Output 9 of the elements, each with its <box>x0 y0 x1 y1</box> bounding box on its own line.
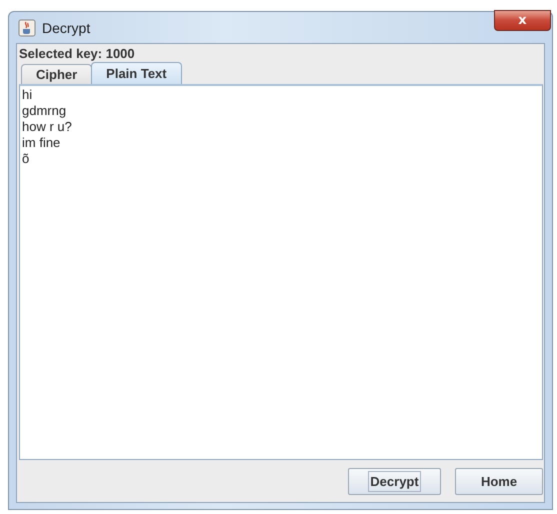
action-button[interactable]: Home <box>455 468 543 494</box>
text-area[interactable]: hi gdmrng how r u? im fine õ <box>19 84 543 460</box>
coffee-cup-icon <box>18 18 36 36</box>
tab[interactable]: Plain Text <box>91 62 182 84</box>
selected-key-label: Selected key: 1000 <box>19 46 136 62</box>
action-button[interactable]: Decrypt <box>348 468 441 494</box>
close-button[interactable]: x <box>494 10 551 31</box>
tab[interactable]: Cipher <box>21 64 92 84</box>
window-title: Decrypt <box>42 20 90 36</box>
